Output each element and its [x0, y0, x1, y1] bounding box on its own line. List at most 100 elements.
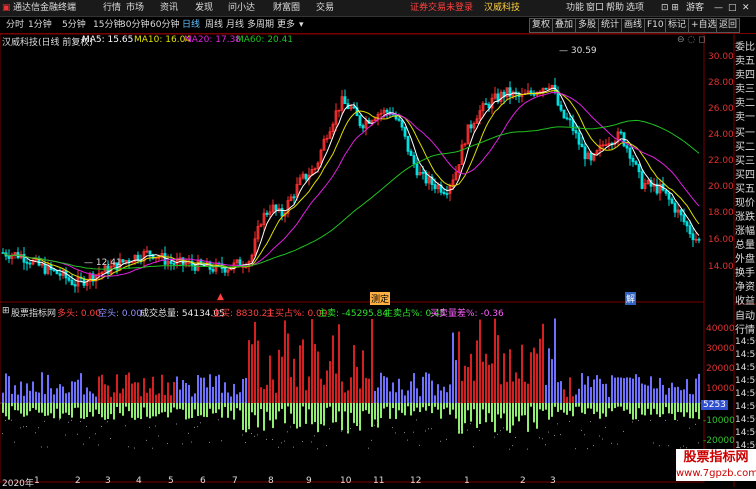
menu-shichang[interactable]: 市场	[126, 0, 144, 16]
diejia-button[interactable]: 叠加	[552, 18, 577, 33]
flow-bar	[77, 379, 79, 403]
flow-bar-neg	[419, 403, 421, 413]
flow-bar	[494, 318, 496, 403]
candle-body	[442, 191, 446, 194]
huaxian-button[interactable]: 画线	[621, 18, 646, 33]
flow-bar	[407, 390, 409, 403]
tab-5min[interactable]: 5分钟	[62, 17, 86, 33]
back-button[interactable]: 返回	[716, 18, 741, 33]
flow-bar	[5, 373, 7, 403]
auto-label[interactable]: 自动	[735, 307, 755, 322]
flow-bar-neg	[254, 403, 256, 416]
flow-bar	[260, 387, 262, 403]
candle-body	[631, 157, 635, 163]
flow-bar-neg	[80, 403, 82, 419]
menu-hangqing[interactable]: 行情	[103, 0, 121, 16]
tab-15min[interactable]: 15分钟	[93, 17, 122, 33]
flow-bar-neg	[446, 403, 448, 408]
menu-gongneng[interactable]: 功能	[566, 0, 584, 16]
fuquan-button[interactable]: 复权	[529, 18, 554, 33]
flow-bar-neg	[179, 403, 181, 409]
date-tick: 12	[410, 476, 422, 486]
flow-bar	[233, 383, 235, 403]
menu-faxian[interactable]: 发现	[195, 0, 213, 16]
candle-body	[304, 173, 308, 180]
flow-bar	[602, 384, 604, 403]
sub-y-tick: -20000	[703, 436, 735, 446]
tab-1min[interactable]: 1分钟	[28, 17, 52, 33]
flow-bar	[623, 378, 625, 403]
flow-bar	[176, 376, 178, 403]
tab-fenshi[interactable]: 分时	[6, 17, 24, 33]
flow-bar	[314, 343, 316, 403]
indicator-menu-icon[interactable]: ⊞	[2, 306, 10, 316]
close-icon[interactable]: ✕	[742, 0, 750, 16]
zixuan-button[interactable]: +自选	[688, 18, 720, 33]
window-control-icons[interactable]: ⊡ ⊞	[661, 0, 679, 16]
flow-bar	[194, 393, 196, 403]
biaoji-button[interactable]: 标记	[665, 18, 690, 33]
flow-bar-neg	[374, 403, 376, 420]
menu-wenxiaoda[interactable]: 问小达	[228, 0, 255, 16]
zhumai-label: 主买: 8830.21	[212, 309, 274, 319]
flow-bar-neg	[542, 403, 544, 411]
menu-caifuquan[interactable]: 财富圈	[273, 0, 300, 16]
date-tick: 3	[105, 476, 111, 486]
indicator-title[interactable]: 股票指标网	[11, 306, 56, 319]
flow-bar	[104, 384, 106, 403]
flow-bar	[287, 333, 289, 403]
flow-bar	[443, 386, 445, 403]
flow-bar	[158, 393, 160, 403]
flow-bar	[242, 379, 244, 403]
menu-bangzhu[interactable]: 帮助	[606, 0, 624, 16]
flow-bar-neg	[497, 403, 499, 415]
date-tick: 11	[373, 476, 385, 486]
menu-xuanxiang[interactable]: 选项	[626, 0, 644, 16]
flow-bar-neg	[170, 403, 172, 413]
tab-daily[interactable]: 日线	[182, 17, 200, 33]
y-tick: 18.00	[708, 208, 734, 218]
flow-bar	[482, 361, 484, 403]
candle-body	[529, 90, 533, 94]
f10-button[interactable]: F10	[644, 18, 667, 33]
duogu-button[interactable]: 多股	[575, 18, 600, 33]
chart-settings-icons[interactable]: ⊖ ◌ ◻	[677, 35, 706, 45]
flow-bar-neg	[458, 403, 460, 434]
flow-bar	[611, 375, 613, 403]
tab-30min[interactable]: 30分钟	[120, 17, 149, 33]
menu-chuangkou[interactable]: 窗口	[586, 0, 604, 16]
flow-bar-neg	[77, 403, 79, 408]
menu-zixun[interactable]: 资讯	[160, 0, 178, 16]
flow-bar	[419, 396, 421, 403]
more-arrow-icon[interactable]: ▾	[299, 17, 304, 33]
flow-bar-neg	[308, 403, 310, 410]
flow-bar	[56, 388, 58, 403]
menu-jiaoyi[interactable]: 交易	[316, 0, 334, 16]
flow-bar-neg	[464, 403, 466, 424]
flow-bar-neg	[362, 403, 364, 412]
event-marker[interactable]: 测定	[370, 292, 391, 305]
flow-bar-neg	[560, 403, 562, 410]
candle-body	[568, 118, 572, 121]
tab-60min[interactable]: 60分钟	[150, 17, 179, 33]
flow-bar	[458, 331, 460, 403]
user-label[interactable]: 游客	[686, 0, 704, 16]
quote-label: 现价	[735, 198, 755, 209]
minimize-icon[interactable]: —	[714, 0, 723, 16]
tab-weekly[interactable]: 周线	[205, 17, 223, 33]
tongji-button[interactable]: 统计	[598, 18, 623, 33]
candle-body	[169, 261, 173, 264]
candle-body	[211, 268, 215, 272]
tick-time: 14:50	[735, 415, 756, 425]
flow-bar-neg	[44, 403, 46, 416]
tab-multi[interactable]: 多周期	[247, 17, 274, 33]
flow-bar	[452, 332, 454, 403]
tab-monthly[interactable]: 月线	[226, 17, 244, 33]
flow-bar	[530, 352, 532, 403]
flow-bar-neg	[326, 403, 328, 408]
login-status[interactable]: 证券交易未登录	[410, 0, 473, 16]
event-marker[interactable]: 解	[625, 292, 637, 305]
maximize-icon[interactable]: □	[728, 0, 737, 16]
tab-more[interactable]: 更多	[277, 17, 295, 33]
candle-body	[688, 225, 692, 235]
